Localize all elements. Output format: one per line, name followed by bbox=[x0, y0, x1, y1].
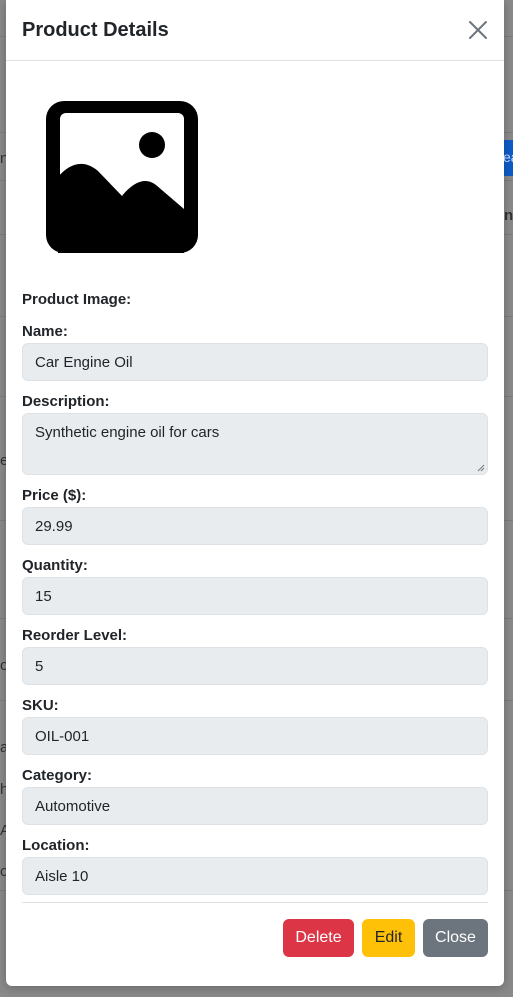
name-value: Car Engine Oil bbox=[35, 353, 133, 371]
price-label: Price ($): bbox=[22, 487, 87, 504]
close-icon[interactable] bbox=[466, 18, 490, 42]
edit-button[interactable]: Edit bbox=[362, 919, 415, 957]
modal-title: Product Details bbox=[22, 18, 169, 41]
sku-label: SKU: bbox=[22, 697, 59, 714]
description-value: Synthetic engine oil for cars bbox=[35, 424, 220, 441]
category-label: Category: bbox=[22, 767, 93, 784]
modal-header: Product Details bbox=[6, 0, 504, 61]
description-label: Description: bbox=[22, 393, 110, 410]
price-field[interactable]: 29.99 bbox=[22, 507, 488, 545]
location-label: Location: bbox=[22, 837, 90, 854]
quantity-field[interactable]: 15 bbox=[22, 577, 488, 615]
reorder-level-field[interactable]: 5 bbox=[22, 647, 488, 685]
product-details-modal: Product Details Product Image: Name: Car… bbox=[6, 0, 504, 986]
sku-value: OIL-001 bbox=[35, 727, 90, 745]
category-field[interactable]: Automotive bbox=[22, 787, 488, 825]
close-button[interactable]: Close bbox=[423, 919, 488, 957]
description-field[interactable]: Synthetic engine oil for cars bbox=[22, 413, 488, 475]
category-value: Automotive bbox=[35, 797, 111, 815]
name-label: Name: bbox=[22, 323, 68, 340]
quantity-value: 15 bbox=[35, 587, 52, 605]
delete-button[interactable]: Delete bbox=[283, 919, 354, 957]
location-field[interactable]: Aisle 10 bbox=[22, 857, 488, 895]
location-value: Aisle 10 bbox=[35, 867, 89, 885]
resize-grip-icon[interactable] bbox=[477, 464, 485, 472]
reorder-level-value: 5 bbox=[35, 657, 44, 675]
sku-field[interactable]: OIL-001 bbox=[22, 717, 488, 755]
image-placeholder-icon bbox=[46, 101, 198, 253]
product-image-label: Product Image: bbox=[22, 291, 132, 308]
reorder-level-label: Reorder Level: bbox=[22, 627, 128, 644]
price-value: 29.99 bbox=[35, 517, 73, 535]
quantity-label: Quantity: bbox=[22, 557, 88, 574]
backdrop-button-label: ea bbox=[503, 149, 513, 165]
name-field[interactable]: Car Engine Oil bbox=[22, 343, 488, 381]
modal-body: Product Image: Name: Car Engine Oil Desc… bbox=[6, 61, 504, 903]
backdrop-header-text: nt bbox=[504, 207, 513, 224]
product-image bbox=[22, 61, 488, 289]
modal-footer: Delete Edit Close bbox=[6, 903, 504, 957]
